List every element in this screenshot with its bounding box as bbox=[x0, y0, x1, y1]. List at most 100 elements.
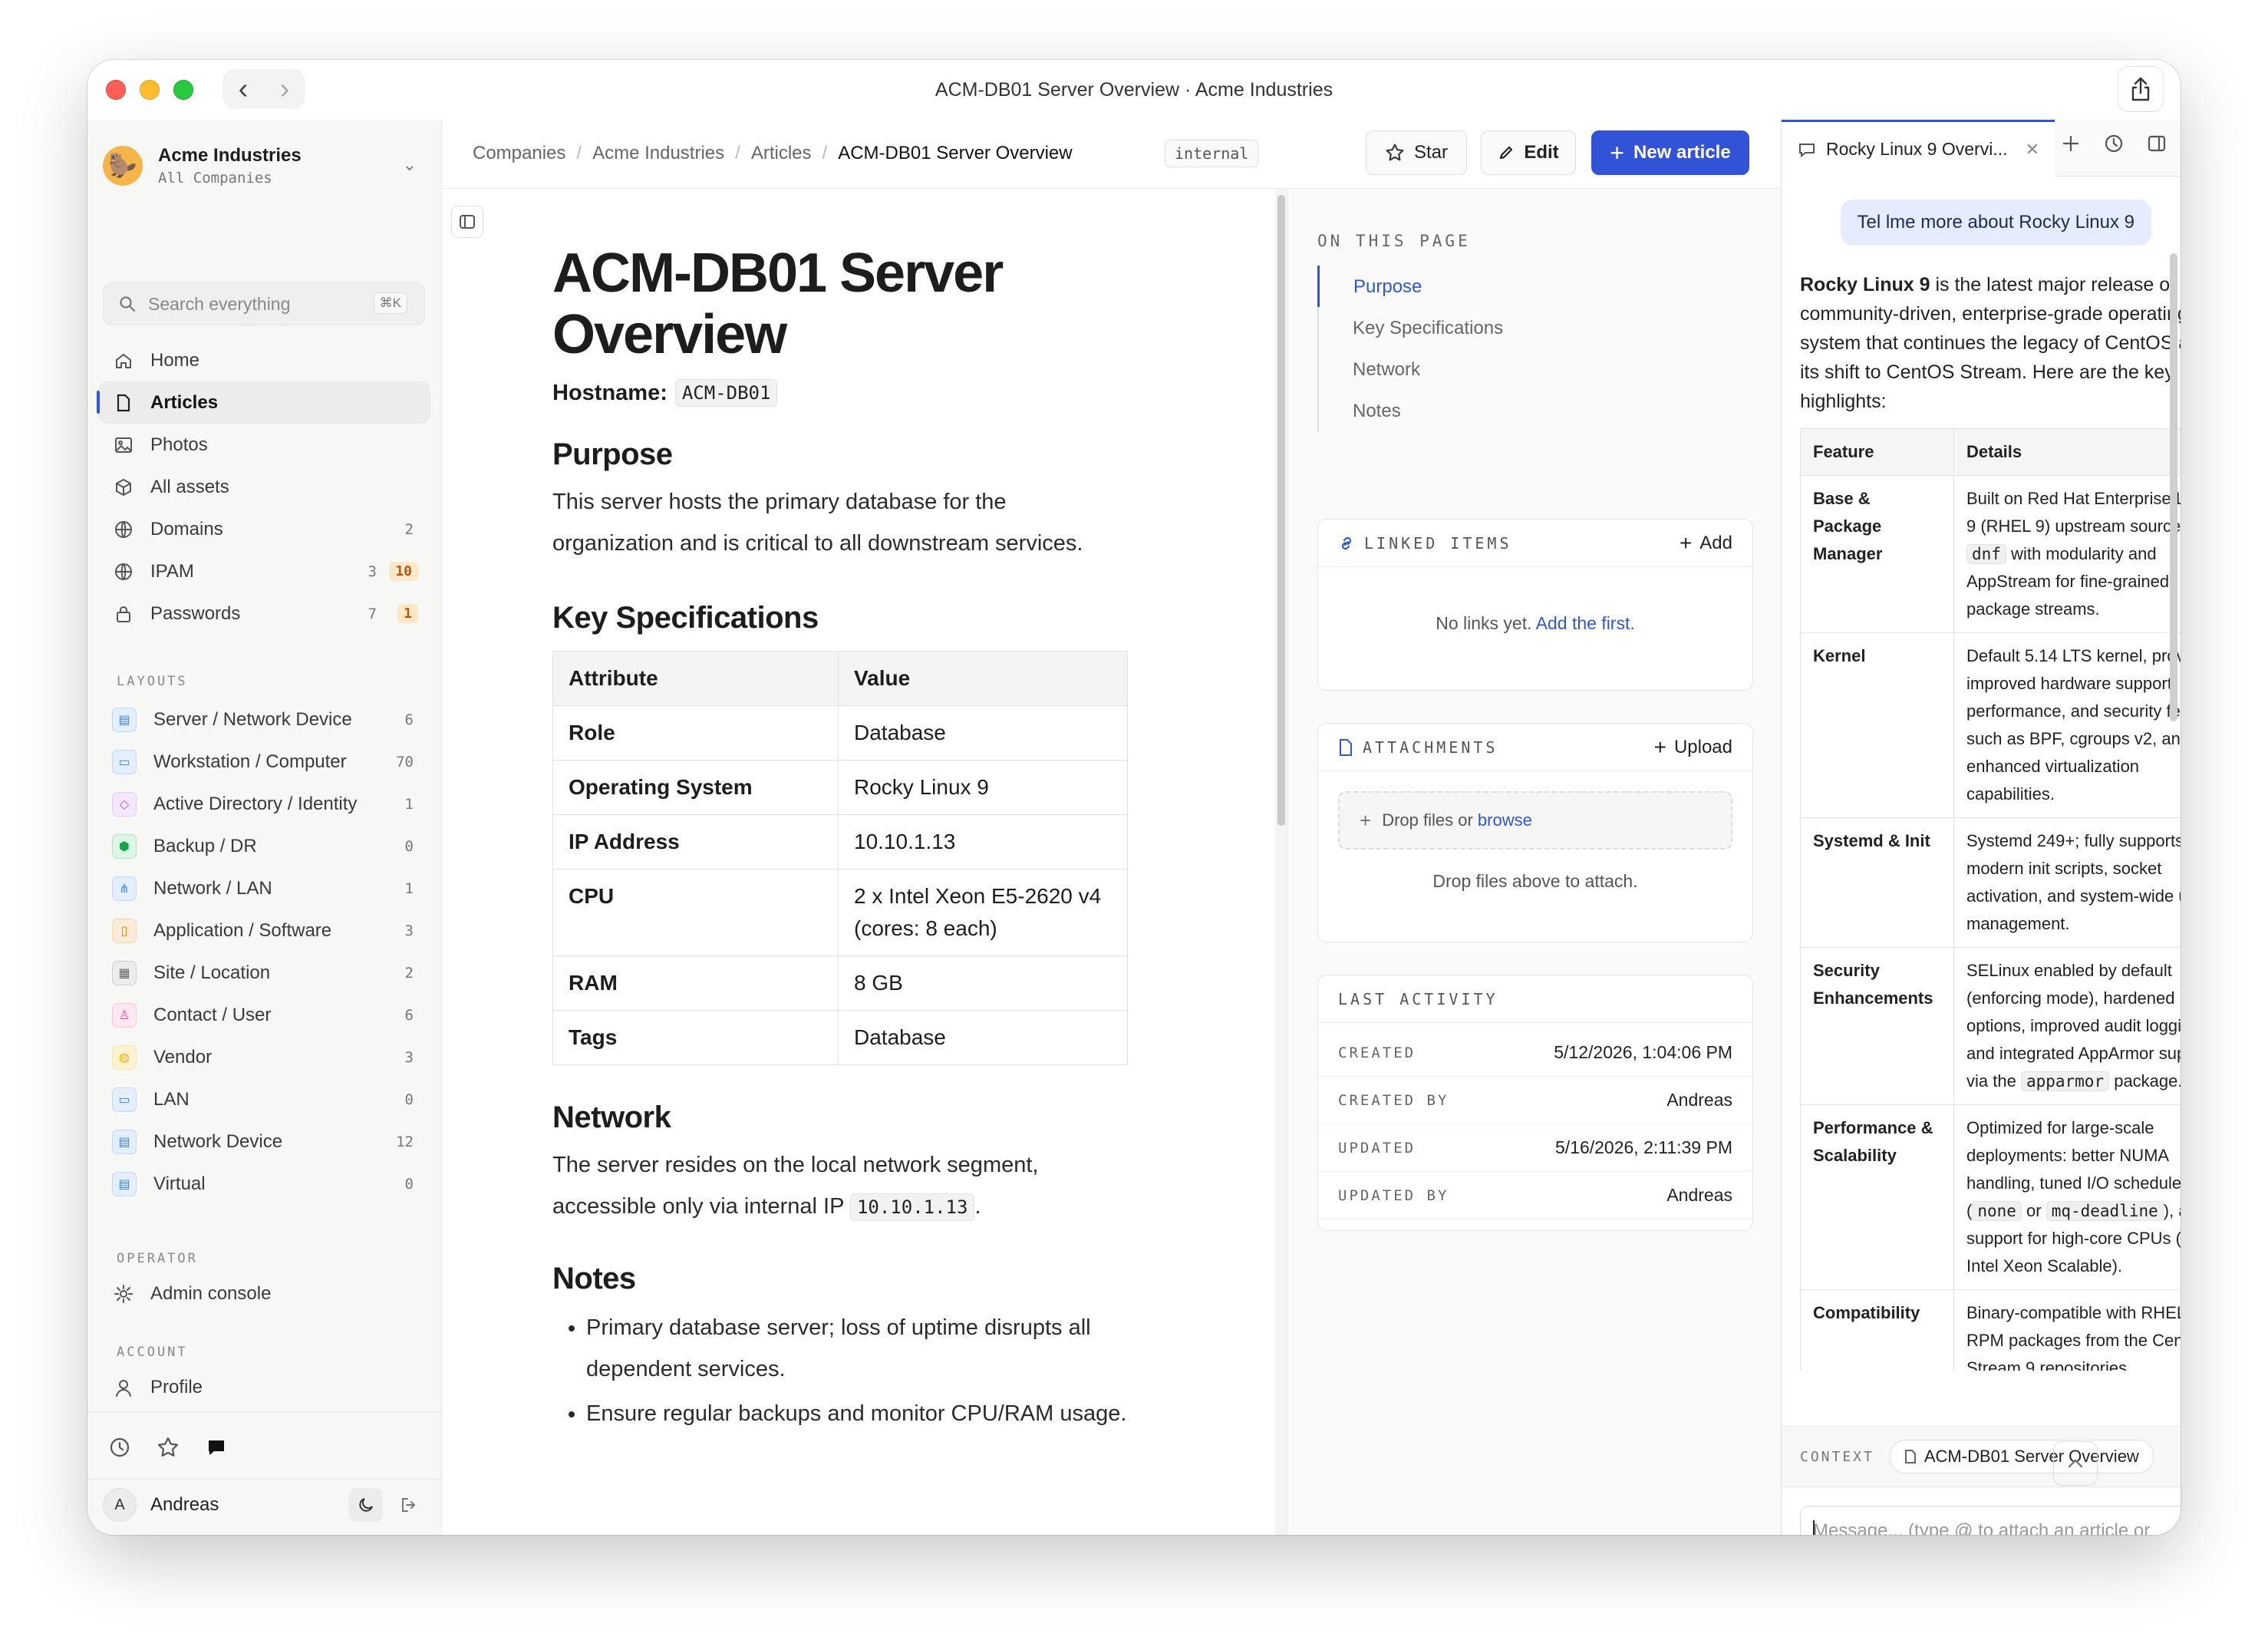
document-icon bbox=[1340, 738, 1352, 756]
new-chat-icon[interactable] bbox=[2061, 134, 2081, 157]
breadcrumb: Companies / Acme Industries / Articles /… bbox=[473, 143, 1073, 164]
operator-section-label: OPERATOR bbox=[117, 1251, 198, 1266]
attachments-card: ATTACHMENTS + Upload + Drop files or brow… bbox=[1317, 723, 1753, 942]
layout-item-backup-dr[interactable]: ⬢ Backup / DR 0 bbox=[98, 825, 430, 867]
forward-arrow-icon[interactable]: › bbox=[280, 74, 290, 104]
list-item: Ensure regular backups and monitor CPU/R… bbox=[586, 1393, 1128, 1434]
spec-attribute: RAM bbox=[552, 955, 839, 1011]
sidebar-panel-icon[interactable] bbox=[2147, 134, 2167, 157]
breadcrumb-company[interactable]: Acme Industries bbox=[592, 143, 724, 164]
layout-item-server-network-device[interactable]: ▤ Server / Network Device 6 bbox=[98, 698, 430, 741]
layout-icon: ▤ bbox=[112, 707, 137, 732]
sidebar-item-passwords[interactable]: Passwords 7 1 bbox=[98, 592, 430, 635]
clock-icon[interactable] bbox=[109, 1437, 130, 1462]
sidebar-item-all-assets[interactable]: All assets bbox=[98, 466, 430, 508]
chat-scrollbar-thumb[interactable] bbox=[2170, 253, 2177, 721]
linked-items-card: LINKED ITEMS + Add No links yet. Add the … bbox=[1317, 519, 1753, 691]
toc-item-network[interactable]: Network bbox=[1319, 348, 1503, 390]
sidebar-item-label: All assets bbox=[150, 476, 229, 497]
visibility-tag: internal bbox=[1165, 140, 1259, 167]
specs-heading: Key Specifications bbox=[552, 601, 819, 635]
layout-item-workstation-computer[interactable]: ▭ Workstation / Computer 70 bbox=[98, 741, 430, 783]
table-row: Operating System Rocky Linux 9 bbox=[552, 760, 1128, 815]
layout-item-virtual[interactable]: ▤ Virtual 0 bbox=[98, 1163, 430, 1205]
notes-heading: Notes bbox=[552, 1262, 636, 1295]
file-drop-zone[interactable]: + Drop files or browse bbox=[1338, 791, 1732, 850]
right-rail: ON THIS PAGE Purpose Key Specifications … bbox=[1288, 189, 1781, 1535]
toc-item-purpose[interactable]: Purpose bbox=[1317, 266, 1503, 307]
assistant-panel: Rocky Linux 9 Overvi... ✕ Tel lme more a… bbox=[1781, 120, 2181, 1535]
layout-item-active-directory-identity[interactable]: ◇ Active Directory / Identity 1 bbox=[98, 783, 430, 825]
close-window-button[interactable] bbox=[106, 80, 126, 100]
layout-item-application-software[interactable]: ▯ Application / Software 3 bbox=[98, 909, 430, 952]
edit-button[interactable]: Edit bbox=[1481, 130, 1576, 175]
sidebar-item-home[interactable]: Home bbox=[98, 339, 430, 381]
item-count: 12 bbox=[396, 1133, 414, 1150]
app-window: ‹ › ACM-DB01 Server Overview · Acme Indu… bbox=[87, 60, 2181, 1535]
history-icon[interactable] bbox=[2104, 134, 2124, 157]
toggle-panel-button[interactable] bbox=[451, 206, 483, 238]
feature-name: Kernel bbox=[1800, 632, 1954, 818]
table-row: CompatibilityBinary-compatible with RHEL… bbox=[1800, 1289, 2181, 1371]
layout-item-label: Application / Software bbox=[153, 919, 332, 941]
layout-item-lan[interactable]: ▭ LAN 0 bbox=[98, 1078, 430, 1120]
context-bar: CONTEXT ACM-DB01 Server Overview bbox=[1782, 1426, 2181, 1487]
close-tab-icon[interactable]: ✕ bbox=[2026, 140, 2039, 160]
toc-item-notes[interactable]: Notes bbox=[1319, 390, 1503, 431]
send-button[interactable] bbox=[2053, 1441, 2098, 1486]
sidebar-item-domains[interactable]: Domains 2 bbox=[98, 508, 430, 550]
inline-code: none bbox=[1972, 1201, 2022, 1221]
layout-item-network-device[interactable]: ▤ Network Device 12 bbox=[98, 1120, 430, 1163]
inline-code: apparmor bbox=[2020, 1071, 2110, 1091]
table-row: RAM 8 GB bbox=[552, 955, 1128, 1011]
layout-item-label: Active Directory / Identity bbox=[153, 793, 358, 814]
upload-button[interactable]: + Upload bbox=[1654, 735, 1732, 760]
message-input[interactable]: Message... (type @ to attach an article … bbox=[1800, 1506, 2181, 1535]
sidebar-item-articles[interactable]: Articles bbox=[97, 381, 430, 424]
breadcrumb-companies[interactable]: Companies bbox=[473, 143, 565, 164]
sidebar-item-photos[interactable]: Photos bbox=[98, 424, 430, 466]
layout-item-label: Network / LAN bbox=[153, 877, 272, 899]
admin-console-link[interactable]: Admin console bbox=[98, 1272, 430, 1315]
profile-link[interactable]: Profile bbox=[98, 1366, 430, 1408]
avatar[interactable]: A bbox=[103, 1488, 137, 1522]
spec-attribute: IP Address bbox=[552, 814, 839, 870]
layout-icon: ◍ bbox=[112, 1044, 137, 1070]
new-article-button[interactable]: + New article bbox=[1591, 130, 1749, 175]
activity-row: UPDATED 5/16/2026, 2:11:39 PM bbox=[1318, 1124, 1752, 1172]
scrollbar-thumb[interactable] bbox=[1277, 195, 1285, 826]
layout-icon: ▭ bbox=[112, 749, 137, 774]
browse-link[interactable]: browse bbox=[1478, 810, 1532, 830]
logout-button[interactable] bbox=[392, 1488, 426, 1522]
top-bar: Companies / Acme Industries / Articles /… bbox=[442, 120, 1781, 189]
sidebar-footer-icons bbox=[109, 1436, 227, 1463]
search-input[interactable]: Search everything ⌘K bbox=[103, 282, 425, 325]
item-count: 2 bbox=[404, 520, 414, 538]
company-switcher[interactable]: 🦫 Acme Industries All Companies ⌄ bbox=[103, 135, 426, 196]
sidebar-item-ipam[interactable]: IPAM 3 10 bbox=[98, 550, 430, 592]
minimize-window-button[interactable] bbox=[140, 80, 160, 100]
spec-value: Database bbox=[838, 705, 1128, 761]
article-scrollbar[interactable] bbox=[1275, 189, 1287, 1535]
spec-attribute: Tags bbox=[552, 1010, 839, 1065]
chat-tab[interactable]: Rocky Linux 9 Overvi... ✕ bbox=[1782, 120, 2055, 177]
star-button[interactable]: Star bbox=[1366, 130, 1467, 175]
theme-toggle-button[interactable] bbox=[349, 1488, 383, 1522]
layout-item-site-location[interactable]: ▦ Site / Location 2 bbox=[98, 952, 430, 994]
star-icon[interactable] bbox=[157, 1436, 180, 1463]
back-arrow-icon[interactable]: ‹ bbox=[239, 74, 249, 104]
context-chip[interactable]: ACM-DB01 Server Overview bbox=[1889, 1440, 2154, 1473]
sidebar-panel-icon bbox=[460, 215, 475, 229]
add-first-link[interactable]: Add the first. bbox=[1536, 613, 1635, 633]
toc-item-specifications[interactable]: Key Specifications bbox=[1319, 307, 1503, 348]
breadcrumb-articles[interactable]: Articles bbox=[751, 143, 812, 164]
activity-value: 5/12/2026, 1:04:06 PM bbox=[1554, 1042, 1732, 1062]
plus-icon: + bbox=[1653, 734, 1666, 759]
layout-item-vendor[interactable]: ◍ Vendor 3 bbox=[98, 1036, 430, 1078]
layout-item-network-lan[interactable]: ⋔ Network / LAN 1 bbox=[98, 867, 430, 909]
zoom-window-button[interactable] bbox=[173, 80, 193, 100]
share-button[interactable] bbox=[2118, 66, 2164, 112]
add-link-button[interactable]: + Add bbox=[1680, 531, 1732, 556]
layout-item-contact-user[interactable]: ♙ Contact / User 6 bbox=[98, 994, 430, 1036]
chat-icon[interactable] bbox=[206, 1437, 227, 1462]
